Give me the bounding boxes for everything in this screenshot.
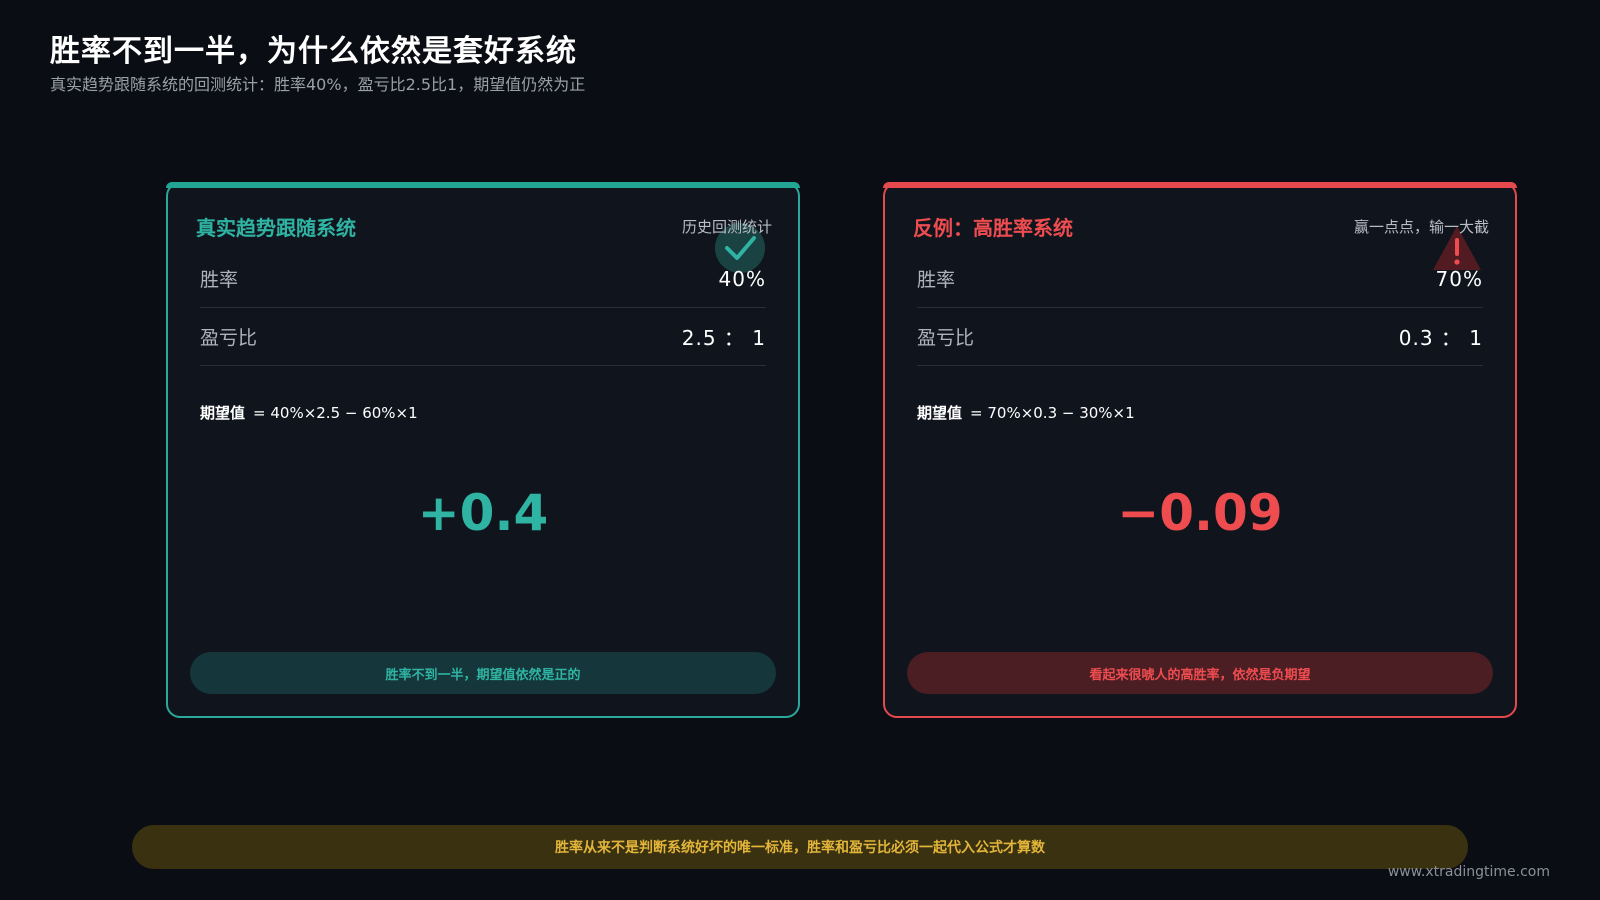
row-label: 盈亏比 <box>200 327 258 349</box>
risk-reward-row: 盈亏比 0.3 ： 1 <box>917 308 1483 366</box>
row-value: 40% <box>718 266 766 291</box>
row-value: 0.3 ： 1 <box>1398 326 1483 350</box>
win-rate-row: 胜率 40% <box>200 250 766 308</box>
row-value: 2.5 ： 1 <box>681 326 766 350</box>
formula-label: 期望值 <box>200 404 246 422</box>
page-subtitle: 真实趋势跟随系统的回测统计：胜率40%，盈亏比2.5比1，期望值仍然为正 <box>50 75 586 94</box>
formula-label: 期望值 <box>917 404 963 422</box>
page-title: 胜率不到一半，为什么依然是套好系统 <box>50 34 577 69</box>
conclusion-bar: 胜率从来不是判断系统好坏的唯一标准，胜率和盈亏比必须一起代入公式才算数 <box>132 825 1468 869</box>
risk-reward-row: 盈亏比 2.5 ： 1 <box>200 308 766 366</box>
row-label: 胜率 <box>917 269 956 291</box>
card-tag: 赢一点点，输一大截 <box>1353 218 1489 236</box>
win-rate-row: 胜率 70% <box>917 250 1483 308</box>
expectation-formula: 期望值 = 40%×2.5 − 60%×1 <box>200 402 418 423</box>
expectation-result: −0.09 <box>1117 484 1283 542</box>
site-watermark: www.xtradingtime.com <box>1387 864 1550 880</box>
card-title: 真实趋势跟随系统 <box>196 216 356 240</box>
card-tag: 历史回测统计 <box>681 218 772 236</box>
row-label: 盈亏比 <box>917 327 975 349</box>
high-winrate-card: 反例：高胜率系统 赢一点点，输一大截 胜率 70% 盈亏比 0.3 ： 1 期望… <box>883 182 1517 718</box>
expectation-formula: 期望值 = 70%×0.3 − 30%×1 <box>917 402 1135 423</box>
trend-system-card: 真实趋势跟随系统 历史回测统计 胜率 40% 盈亏比 2.5 ： 1 期望值 = … <box>166 182 800 718</box>
row-value: 70% <box>1435 266 1483 291</box>
formula-expression: = 70%×0.3 − 30%×1 <box>970 404 1135 422</box>
slide: 胜率不到一半，为什么依然是套好系统 真实趋势跟随系统的回测统计：胜率40%，盈亏… <box>0 0 1600 900</box>
card-accent-bar <box>883 182 1517 188</box>
card-note: 胜率不到一半，期望值依然是正的 <box>190 652 776 694</box>
expectation-result: +0.4 <box>417 484 549 542</box>
card-accent-bar <box>166 182 800 188</box>
row-label: 胜率 <box>200 269 239 291</box>
card-title: 反例：高胜率系统 <box>913 216 1073 240</box>
formula-expression: = 40%×2.5 − 60%×1 <box>253 404 418 422</box>
card-note: 看起来很唬人的高胜率，依然是负期望 <box>907 652 1493 694</box>
